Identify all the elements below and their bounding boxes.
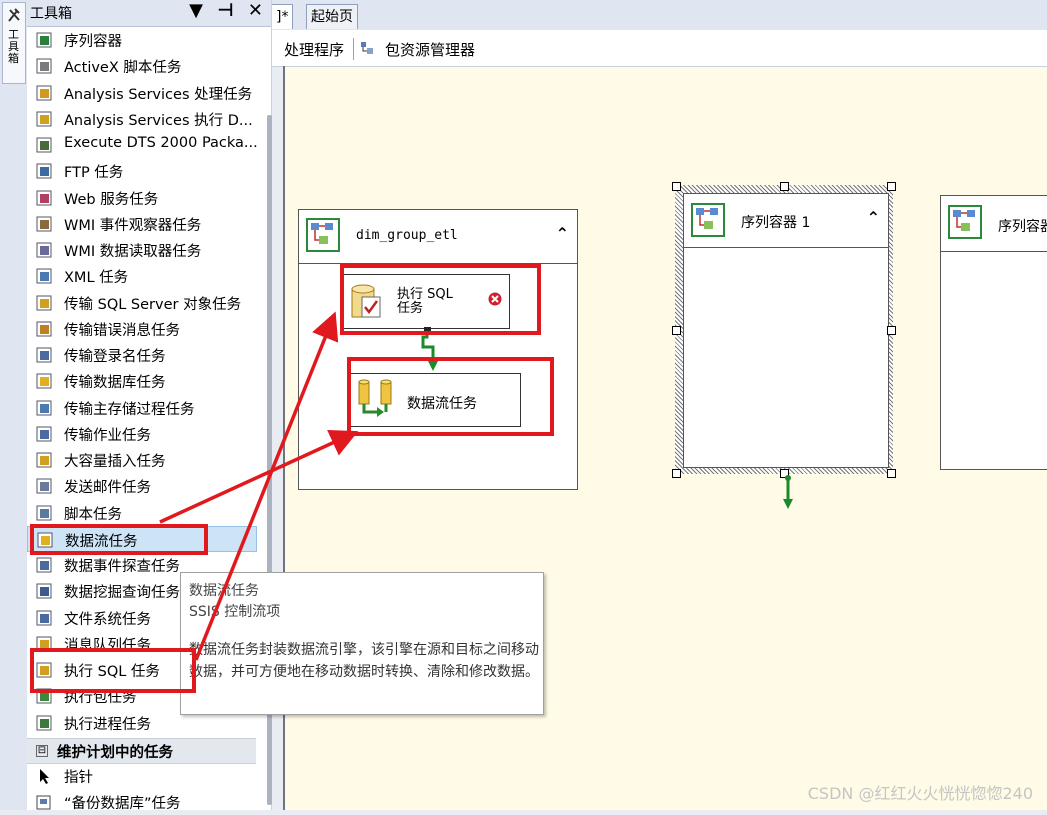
annotation-arrow-execute-sql (194, 311, 339, 661)
annotation-arrows (159, 311, 359, 661)
watermark: CSDN @红红火火恍恍惚惚240 (807, 784, 1033, 803)
